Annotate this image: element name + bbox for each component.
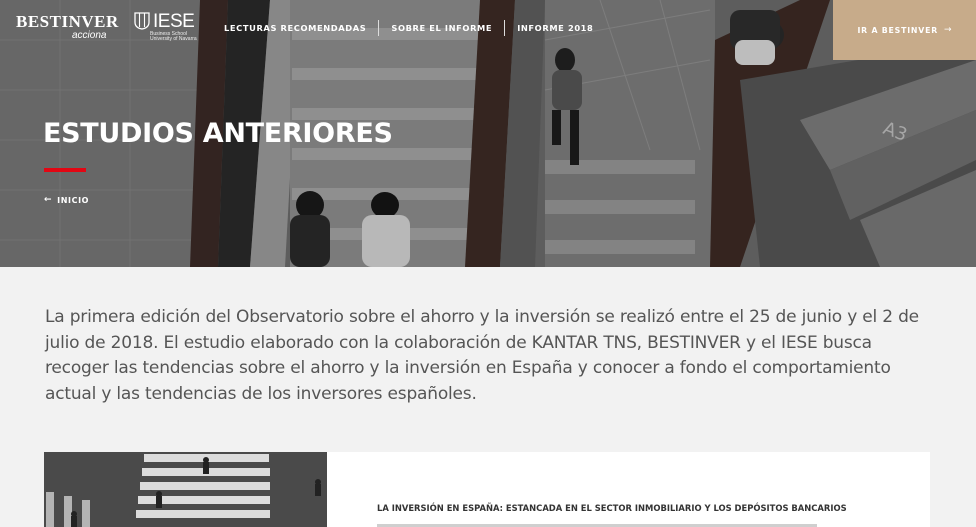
nav-sobre-el-informe[interactable]: SOBRE EL INFORME	[391, 23, 492, 33]
intro-paragraph: La primera edición del Observatorio sobr…	[45, 307, 919, 404]
card-heading: LA INVERSIÓN EN ESPAÑA: ESTANCADA EN EL …	[377, 503, 847, 513]
ir-a-bestinver-button[interactable]: IR A BESTINVER →	[833, 0, 976, 60]
nav-divider	[504, 20, 506, 36]
iese-logo[interactable]: IESE	[134, 11, 195, 32]
iese-shield-icon	[134, 12, 150, 30]
nav-lecturas-recomendadas[interactable]: LECTURAS RECOMENDADAS	[224, 23, 366, 33]
nav-divider	[378, 20, 380, 36]
cta-label: IR A BESTINVER	[857, 25, 938, 35]
arrow-right-icon: →	[944, 25, 952, 35]
nav-informe-2018[interactable]: INFORME 2018	[517, 23, 593, 33]
top-navigation-bar: BESTINVER acciona IESE Business School U…	[0, 0, 976, 60]
iese-subtitle: Business School University of Navarra	[150, 31, 197, 42]
card-text-preview	[377, 524, 817, 527]
page-title: ESTUDIOS ANTERIORES	[43, 118, 393, 149]
breadcrumb-label: INICIO	[57, 195, 90, 205]
acciona-logo: acciona	[72, 30, 107, 41]
study-card[interactable]: LA INVERSIÓN EN ESPAÑA: ESTANCADA EN EL …	[44, 452, 930, 527]
iese-wordmark: IESE	[153, 11, 195, 32]
main-nav: LECTURAS RECOMENDADAS SOBRE EL INFORME I…	[224, 20, 593, 36]
arrow-left-icon: ←	[44, 195, 53, 205]
title-accent-rule	[44, 168, 86, 172]
crosswalk-photo	[44, 452, 327, 527]
card-image	[44, 452, 327, 527]
hero-banner: A3 BESTINVER acciona IESE Business Schoo…	[0, 0, 976, 267]
bestinver-logo[interactable]: BESTINVER	[16, 12, 119, 32]
breadcrumb-back-link[interactable]: ← INICIO	[44, 195, 89, 205]
